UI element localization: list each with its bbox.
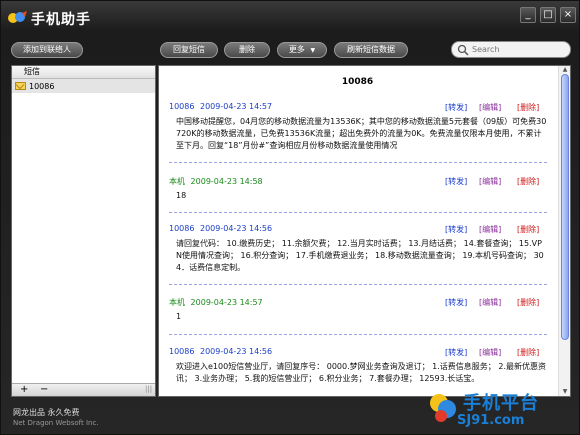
message-body: 中国移动提醒您，04月您的移动数据流量为13536K；其中您的移动数据流量5元套…	[176, 117, 547, 150]
app-logo-icon	[8, 11, 27, 23]
sidebar-item-label: 10086	[29, 81, 55, 91]
message-item: 10086 2009-04-23 14:57 [转发] [编辑] [删除] 中国…	[169, 102, 547, 152]
message-sender: 10086	[169, 347, 195, 356]
minimize-button[interactable]: _	[520, 7, 536, 23]
forward-link[interactable]: [转发]	[445, 102, 467, 113]
message-body: 请回复代码： 10.缴费历史； 11.余额欠费； 12.当月实时话费； 13.月…	[176, 239, 544, 272]
sidebar-item-10086[interactable]: 10086	[12, 79, 155, 93]
title-bar[interactable]: 手机助手 _ □ ×	[1, 1, 579, 35]
message-time: 2009-04-23 14:57	[190, 298, 263, 307]
edit-link[interactable]: [编辑]	[479, 102, 501, 113]
resize-grip-icon[interactable]: |||	[145, 384, 152, 395]
close-button[interactable]: ×	[560, 7, 576, 23]
message-time: 2009-04-23 14:58	[190, 177, 263, 186]
app-title: 手机助手	[31, 12, 91, 28]
message-time: 2009-04-23 14:56	[200, 347, 273, 356]
watermark-logo-icon	[430, 394, 456, 422]
message-sender: 10086	[169, 102, 195, 111]
message-item: 10086 2009-04-23 14:56 [转发] [编辑] [删除] 请回…	[169, 224, 547, 274]
edit-link[interactable]: [编辑]	[479, 176, 501, 187]
message-sender: 本机	[169, 177, 185, 186]
message-item: 本机 2009-04-23 14:57 [转发] [编辑] [删除] 1	[169, 297, 547, 323]
edit-link[interactable]: [编辑]	[479, 224, 501, 235]
search-icon	[457, 44, 469, 56]
watermark: 手机平台 SJ91.com	[421, 385, 579, 433]
sidebar: 短信 10086 + − |||	[11, 65, 156, 397]
refresh-sms-button[interactable]: 刷新短信数据	[334, 42, 408, 58]
message-sender: 10086	[169, 224, 195, 233]
message-body: 1	[176, 312, 182, 321]
vertical-scrollbar[interactable]: ▲ ▼	[558, 66, 570, 396]
message-time: 2009-04-23 14:56	[200, 224, 273, 233]
delete-link[interactable]: [删除]	[517, 347, 539, 358]
forward-link[interactable]: [转发]	[445, 224, 467, 235]
delete-link[interactable]: [删除]	[517, 297, 539, 308]
forward-link[interactable]: [转发]	[445, 347, 467, 358]
message-body: 欢迎进入e100短信营业厅，请回复序号： 0000.梦网业务查询及退订； 1.话…	[176, 362, 546, 383]
message-divider	[169, 284, 547, 285]
delete-button[interactable]: 删除	[224, 42, 270, 58]
more-label: 更多	[288, 45, 305, 54]
message-divider	[169, 212, 547, 213]
more-button[interactable]: 更多 ▼	[277, 42, 327, 58]
conversation-pane: 10086 10086 2009-04-23 14:57 [转发] [编辑] […	[158, 65, 571, 397]
message-item: 10086 2009-04-23 14:56 [转发] [编辑] [删除] 欢迎…	[169, 347, 547, 385]
maximize-button[interactable]: □	[540, 7, 556, 23]
forward-link[interactable]: [转发]	[445, 176, 467, 187]
footer-tagline: 网龙出品 永久免费	[13, 408, 80, 417]
footer-company: Net Dragon Websoft Inc.	[13, 419, 99, 427]
add-to-contacts-button[interactable]: 添加到联络人	[11, 42, 83, 58]
message-item: 本机 2009-04-23 14:58 [转发] [编辑] [删除] 18	[169, 176, 547, 202]
scroll-up-icon[interactable]: ▲	[561, 67, 569, 73]
watermark-url: SJ91.com	[457, 413, 525, 428]
remove-contact-icon[interactable]: −	[40, 384, 48, 395]
forward-link[interactable]: [转发]	[445, 297, 467, 308]
watermark-title: 手机平台	[463, 393, 539, 414]
edit-link[interactable]: [编辑]	[479, 297, 501, 308]
footer: 网龙出品 永久免费 Net Dragon Websoft Inc.	[13, 407, 99, 429]
delete-link[interactable]: [删除]	[517, 224, 539, 235]
sidebar-footer: + − |||	[12, 383, 155, 396]
search-input[interactable]	[472, 43, 566, 56]
edit-link[interactable]: [编辑]	[479, 347, 501, 358]
toolbar: 添加到联络人 回复短信 删除 更多 ▼ 刷新短信数据	[1, 39, 579, 63]
message-time: 2009-04-23 14:57	[200, 102, 273, 111]
reply-sms-button[interactable]: 回复短信	[160, 42, 218, 58]
message-divider	[169, 162, 547, 163]
scrollbar-thumb[interactable]	[561, 74, 569, 340]
envelope-icon	[15, 82, 26, 90]
message-sender: 本机	[169, 298, 185, 307]
chevron-down-icon: ▼	[310, 47, 316, 54]
delete-link[interactable]: [删除]	[517, 176, 539, 187]
message-divider	[169, 334, 547, 335]
delete-link[interactable]: [删除]	[517, 102, 539, 113]
search-box	[451, 41, 571, 58]
add-contact-icon[interactable]: +	[20, 384, 28, 395]
conversation-title: 10086	[341, 77, 374, 87]
app-window: 手机助手 _ □ × 添加到联络人 回复短信 删除 更多 ▼ 刷新短信数据 短信…	[0, 0, 580, 435]
message-body: 18	[176, 191, 187, 200]
sidebar-header: 短信	[12, 66, 155, 79]
